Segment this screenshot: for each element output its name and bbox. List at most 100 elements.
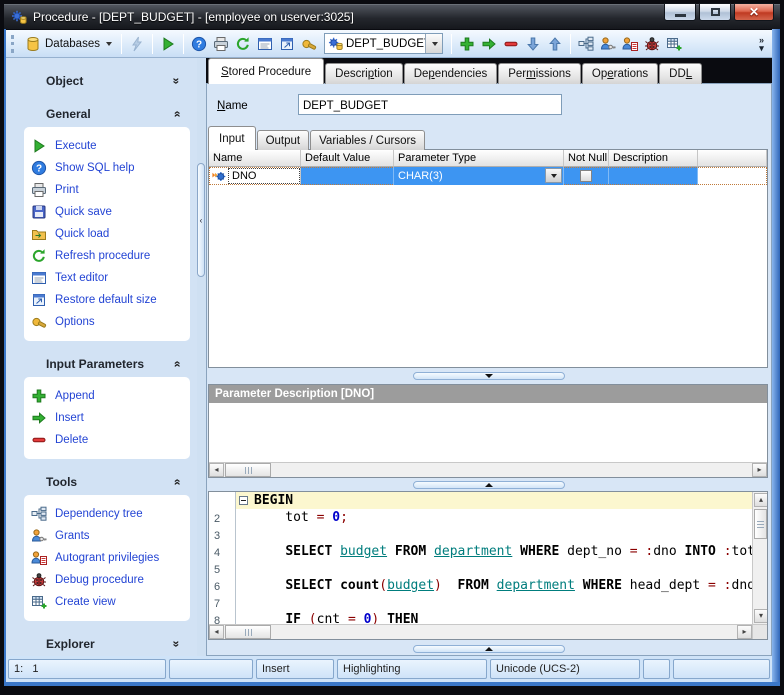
editor-hscrollbar[interactable]: ◂ ▸ bbox=[209, 624, 752, 639]
grid-parameter-type-cell[interactable]: CHAR(3) bbox=[394, 167, 564, 185]
line-number: 3 bbox=[209, 526, 236, 543]
procedure-combo[interactable]: DEPT_BUDGET bbox=[323, 33, 443, 54]
scroll-thumb[interactable] bbox=[225, 625, 271, 639]
code-editing-area[interactable]: BEGIN 2 tot = 0; 3 4 SELECT budget FROM dep… bbox=[209, 492, 752, 624]
param-name-edit-cell[interactable]: DNO bbox=[228, 168, 300, 184]
splitter-handle[interactable] bbox=[413, 372, 565, 380]
move-down-button[interactable] bbox=[522, 33, 544, 55]
grid-description-cell[interactable] bbox=[609, 167, 698, 185]
sidebar-item-refresh-procedure[interactable]: Refresh procedure bbox=[29, 245, 188, 267]
procedure-name-input[interactable] bbox=[298, 94, 562, 115]
execute-button[interactable] bbox=[157, 33, 179, 55]
grants-button[interactable] bbox=[597, 33, 619, 55]
restore-default-size-button[interactable] bbox=[276, 33, 298, 55]
sidebar-item-options[interactable]: Options bbox=[29, 311, 188, 333]
collapse-up-icon bbox=[485, 483, 493, 487]
grid-description-splitter[interactable] bbox=[207, 372, 771, 381]
bottom-splitter[interactable] bbox=[207, 645, 771, 654]
splitter-handle[interactable] bbox=[413, 481, 565, 489]
sidebar-item-show-sql-help[interactable]: Show SQL help bbox=[29, 157, 188, 179]
grid-name-cell[interactable]: DNO bbox=[209, 167, 301, 185]
sidebar-section-tools[interactable]: Tools » bbox=[24, 472, 190, 492]
sidebar-item-print[interactable]: Print bbox=[29, 179, 188, 201]
param-tab-output[interactable]: Output bbox=[256, 130, 310, 150]
parameter-type-dropdown[interactable] bbox=[545, 168, 562, 183]
sidebar-section-input-parameters[interactable]: Input Parameters » bbox=[24, 354, 190, 374]
scroll-up-button[interactable]: ▴ bbox=[754, 493, 767, 507]
editor-vscrollbar[interactable]: ▴ ▾ bbox=[752, 492, 767, 624]
tab-dependencies[interactable]: De p endencies bbox=[403, 63, 498, 84]
sidebar-item-execute[interactable]: Execute bbox=[29, 135, 188, 157]
param-tab-variables-cursors[interactable]: Variables / Cursors bbox=[310, 130, 426, 150]
sidebar-section-general[interactable]: General » bbox=[24, 104, 190, 124]
dependency-tree-button[interactable] bbox=[575, 33, 597, 55]
insert-button[interactable] bbox=[478, 33, 500, 55]
sidebar-item-autogrant-privilegies[interactable]: Autogrant privilegies bbox=[29, 547, 188, 569]
sidebar-item-quick-load[interactable]: Quick load bbox=[29, 223, 188, 245]
sidebar-section-object[interactable]: Object » bbox=[24, 71, 190, 91]
not-null-checkbox[interactable] bbox=[580, 170, 592, 182]
close-button[interactable]: ✕ bbox=[734, 3, 774, 21]
sidebar-item-insert[interactable]: Insert bbox=[29, 407, 188, 429]
compile-button[interactable] bbox=[126, 33, 148, 55]
autogrant-button[interactable] bbox=[619, 33, 641, 55]
tab-stored-procedure[interactable]: Stored Procedure bbox=[208, 58, 325, 84]
tab-ddl[interactable]: DD L bbox=[659, 63, 703, 84]
options-button[interactable] bbox=[298, 33, 320, 55]
scroll-right-button[interactable]: ▸ bbox=[752, 463, 767, 477]
grid-not-null-cell[interactable] bbox=[564, 167, 609, 185]
param-tab-input[interactable]: Input bbox=[208, 126, 256, 150]
print-button[interactable] bbox=[210, 33, 232, 55]
fold-collapse-icon[interactable] bbox=[239, 496, 248, 505]
tab-operations[interactable]: Op e rations bbox=[581, 63, 659, 84]
scroll-left-button[interactable]: ◂ bbox=[209, 625, 224, 639]
create-view-button[interactable] bbox=[663, 33, 685, 55]
grid-column-header-not-null[interactable]: Not Null bbox=[564, 150, 609, 167]
procedure-combo-dropdown[interactable] bbox=[424, 34, 442, 53]
toolbar-overflow-button[interactable]: » ▾ bbox=[754, 35, 769, 52]
scroll-thumb[interactable] bbox=[754, 509, 767, 539]
text-editor-button[interactable] bbox=[254, 33, 276, 55]
code-text: tot = 0; bbox=[254, 510, 348, 525]
sidebar-item-quick-save[interactable]: Quick save bbox=[29, 201, 188, 223]
minimize-button[interactable] bbox=[664, 3, 696, 21]
grid-column-header-parameter-type[interactable]: Parameter Type bbox=[394, 150, 564, 167]
sidebar-item-grants[interactable]: Grants bbox=[29, 525, 188, 547]
move-up-button[interactable] bbox=[544, 33, 566, 55]
sidebar-item-dependency-tree[interactable]: Dependency tree bbox=[29, 503, 188, 525]
splitter-handle[interactable] bbox=[413, 645, 565, 653]
sidebar-item-text-editor[interactable]: Text editor bbox=[29, 267, 188, 289]
sidebar-item-debug-procedure[interactable]: Debug procedure bbox=[29, 569, 188, 591]
grid-column-header-description[interactable]: Description bbox=[609, 150, 698, 167]
delete-button[interactable] bbox=[500, 33, 522, 55]
grid-column-header-name[interactable]: Name bbox=[209, 150, 301, 167]
sidebar-item-create-view[interactable]: Create view bbox=[29, 591, 188, 613]
tab-permissions[interactable]: Per m issions bbox=[498, 63, 581, 84]
scroll-thumb[interactable] bbox=[225, 463, 271, 477]
append-button[interactable] bbox=[456, 33, 478, 55]
refresh-button[interactable] bbox=[232, 33, 254, 55]
sidebar-section-explorer[interactable]: Explorer » bbox=[24, 634, 190, 654]
maximize-button[interactable] bbox=[699, 3, 731, 21]
sidebar-splitter[interactable]: ‹ bbox=[197, 58, 206, 656]
window-frame-bottom bbox=[4, 682, 780, 686]
toolbar-grip[interactable] bbox=[11, 34, 15, 53]
sidebar-item-append[interactable]: Append bbox=[29, 385, 188, 407]
sidebar-splitter-handle[interactable]: ‹ bbox=[197, 163, 205, 277]
code-text: SELECT budget FROM department WHERE dept… bbox=[285, 544, 752, 559]
sidebar-item-restore-default-size[interactable]: Restore default size bbox=[29, 289, 188, 311]
grid-column-header-default-value[interactable]: Default Value bbox=[301, 150, 394, 167]
grid-default-value-cell[interactable] bbox=[301, 167, 394, 185]
parameter-description-body[interactable] bbox=[209, 403, 767, 462]
scroll-left-button[interactable]: ◂ bbox=[209, 463, 224, 477]
grid-data-row[interactable]: DNO CHAR(3) bbox=[209, 167, 767, 185]
scroll-down-button[interactable]: ▾ bbox=[754, 609, 767, 623]
debug-button[interactable] bbox=[641, 33, 663, 55]
databases-button[interactable]: Databases bbox=[20, 34, 117, 54]
description-editor-splitter[interactable] bbox=[207, 481, 771, 490]
parameter-description-hscrollbar[interactable]: ◂ ▸ bbox=[209, 462, 767, 477]
tab-description[interactable]: Descri p tion bbox=[325, 63, 403, 84]
help-button[interactable] bbox=[188, 33, 210, 55]
scroll-right-button[interactable]: ▸ bbox=[737, 625, 752, 639]
sidebar-item-delete[interactable]: Delete bbox=[29, 429, 188, 451]
